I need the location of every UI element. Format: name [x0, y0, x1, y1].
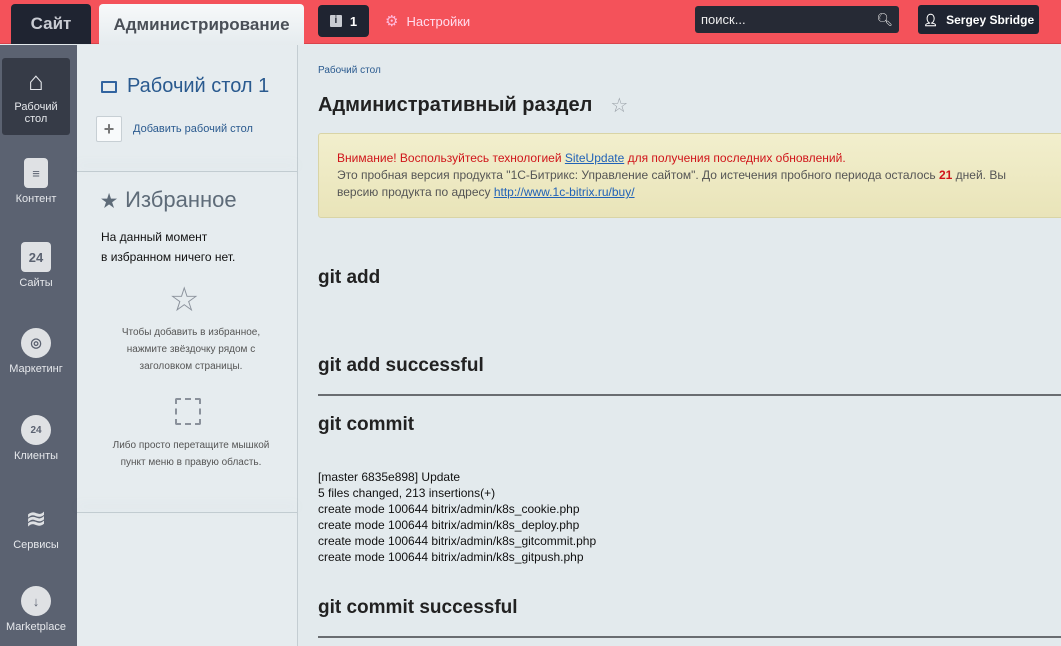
nav-label: Клиенты — [13, 450, 59, 462]
nav-item-services[interactable]: ≋ Сервисы — [2, 504, 70, 552]
add-desktop-button[interactable]: + — [96, 116, 122, 142]
nav-label: Сайты — [19, 277, 53, 289]
favorites-title: ★ Избранное — [101, 187, 237, 213]
page-title: Административный раздел ☆ — [318, 93, 628, 118]
section-heading: git add — [318, 267, 381, 288]
settings-button[interactable]: ⚙ Настройки — [385, 12, 470, 30]
drag-hint: Либо просто перетащите мышкой пункт меню… — [112, 440, 270, 468]
nav-item-marketing[interactable]: ◎ Маркетинг — [2, 328, 70, 375]
user-menu-button[interactable]: 👤︎ Sergey Sbridge — [918, 5, 1039, 34]
user-icon: 👤︎ — [922, 12, 939, 27]
side-panel: Рабочий стол 1 + Добавить рабочий стол ★… — [77, 45, 298, 646]
target-icon: ◎ — [21, 328, 51, 358]
favorites-empty: На данный момент в избранном ничего нет. — [101, 227, 235, 267]
trial-text: Это пробная версия продукта "1С-Битрикс:… — [337, 168, 939, 182]
star-icon: ★ — [101, 191, 118, 211]
nav-item-content[interactable]: ≡ Контент — [2, 158, 70, 205]
main-content: Рабочий стол Административный раздел ☆ Вн… — [298, 45, 1061, 646]
search-icon[interactable]: 🔍︎ — [876, 12, 893, 27]
settings-label: Настройки — [406, 13, 471, 29]
nav-label: Контент — [15, 193, 57, 205]
siteupdate-link[interactable]: SiteUpdate — [565, 151, 624, 165]
left-nav: ⌂ Рабочий стол ≡ Контент 24 Сайты ◎ Маркетин… — [0, 45, 77, 646]
page-title-text: Административный раздел — [318, 94, 593, 116]
top-bar: Сайт Администрирование i1 ⚙Настройки 🔍︎ … — [0, 0, 1061, 46]
divider — [318, 394, 1061, 396]
update-notice: Внимание! Воспользуйтесь технологией Sit… — [318, 133, 1061, 218]
layers-icon: ≋ — [25, 505, 47, 533]
cloud-24-icon: 24 — [21, 415, 51, 445]
section-heading: git commit successful — [318, 597, 518, 618]
buy-text: версию продукта по адресу — [337, 185, 494, 199]
notifications-count: 1 — [349, 13, 358, 29]
nav-label: Marketplace — [6, 621, 66, 633]
search-input[interactable] — [701, 12, 861, 27]
add-desktop-link[interactable]: Добавить рабочий стол — [133, 123, 253, 135]
output-line: create mode 100644 bitrix/admin/k8s_cook… — [318, 502, 580, 516]
star-outline-icon: ☆ — [169, 281, 200, 319]
divider — [77, 512, 297, 513]
monitor-icon — [101, 80, 117, 93]
favorites-title-text: Избранное — [125, 187, 237, 212]
output-line: create mode 100644 bitrix/admin/k8s_gitc… — [318, 534, 597, 548]
search-box: 🔍︎ — [695, 6, 899, 33]
tab-administration[interactable]: Администрирование — [99, 4, 304, 46]
gear-icon: ⚙ — [385, 13, 399, 30]
days-left: 21 — [938, 168, 953, 182]
empty-line: На данный момент — [101, 230, 208, 244]
tab-site[interactable]: Сайт — [11, 4, 91, 44]
divider — [318, 636, 1061, 638]
desktop-title[interactable]: Рабочий стол 1 — [101, 75, 269, 98]
nav-label: Рабочий стол — [14, 101, 58, 125]
calendar-24-icon: 24 — [21, 242, 51, 272]
commit-output: [master 6835e898] Update 5 files changed… — [318, 469, 596, 565]
document-icon: ≡ — [24, 158, 48, 188]
nav-label: Маркетинг — [9, 363, 63, 375]
output-line: create mode 100644 bitrix/admin/k8s_gitp… — [318, 550, 584, 564]
trial-text: дней. Вы — [952, 168, 1006, 182]
section-heading: git add successful — [318, 355, 484, 376]
info-icon: i — [329, 15, 342, 27]
favorites-hint: Чтобы добавить в избранное, нажмите звёз… — [121, 327, 261, 372]
add-favorite-star-icon[interactable]: ☆ — [610, 93, 628, 118]
nav-item-sites[interactable]: 24 Сайты — [2, 242, 70, 289]
user-name: Sergey Sbridge — [946, 12, 1035, 27]
nav-label: Сервисы — [13, 539, 59, 551]
desktop-title-text: Рабочий стол 1 — [127, 75, 270, 97]
warning-text: Внимание! Воспользуйтесь технологией — [337, 151, 565, 165]
warning-text: для получения последних обновлений. — [624, 151, 846, 165]
output-line: [master 6835e898] Update — [318, 470, 461, 484]
cloud-download-icon: ↓ — [21, 586, 51, 616]
divider — [77, 171, 297, 172]
output-line: 5 files changed, 213 insertions(+) — [318, 486, 496, 500]
section-heading: git commit — [318, 414, 415, 435]
drag-drop-icon — [175, 398, 201, 425]
nav-item-desktop[interactable]: ⌂ Рабочий стол — [2, 58, 70, 135]
empty-line: в избранном ничего нет. — [101, 250, 236, 264]
nav-item-marketplace[interactable]: ↓ Marketplace — [2, 586, 70, 633]
breadcrumb[interactable]: Рабочий стол — [318, 65, 381, 76]
nav-item-clients[interactable]: 24 Клиенты — [2, 415, 70, 462]
notifications-button[interactable]: i1 — [318, 5, 369, 37]
home-icon: ⌂ — [28, 65, 44, 96]
buy-link[interactable]: http://www.1c-bitrix.ru/buy/ — [494, 185, 635, 199]
output-line: create mode 100644 bitrix/admin/k8s_depl… — [318, 518, 580, 532]
